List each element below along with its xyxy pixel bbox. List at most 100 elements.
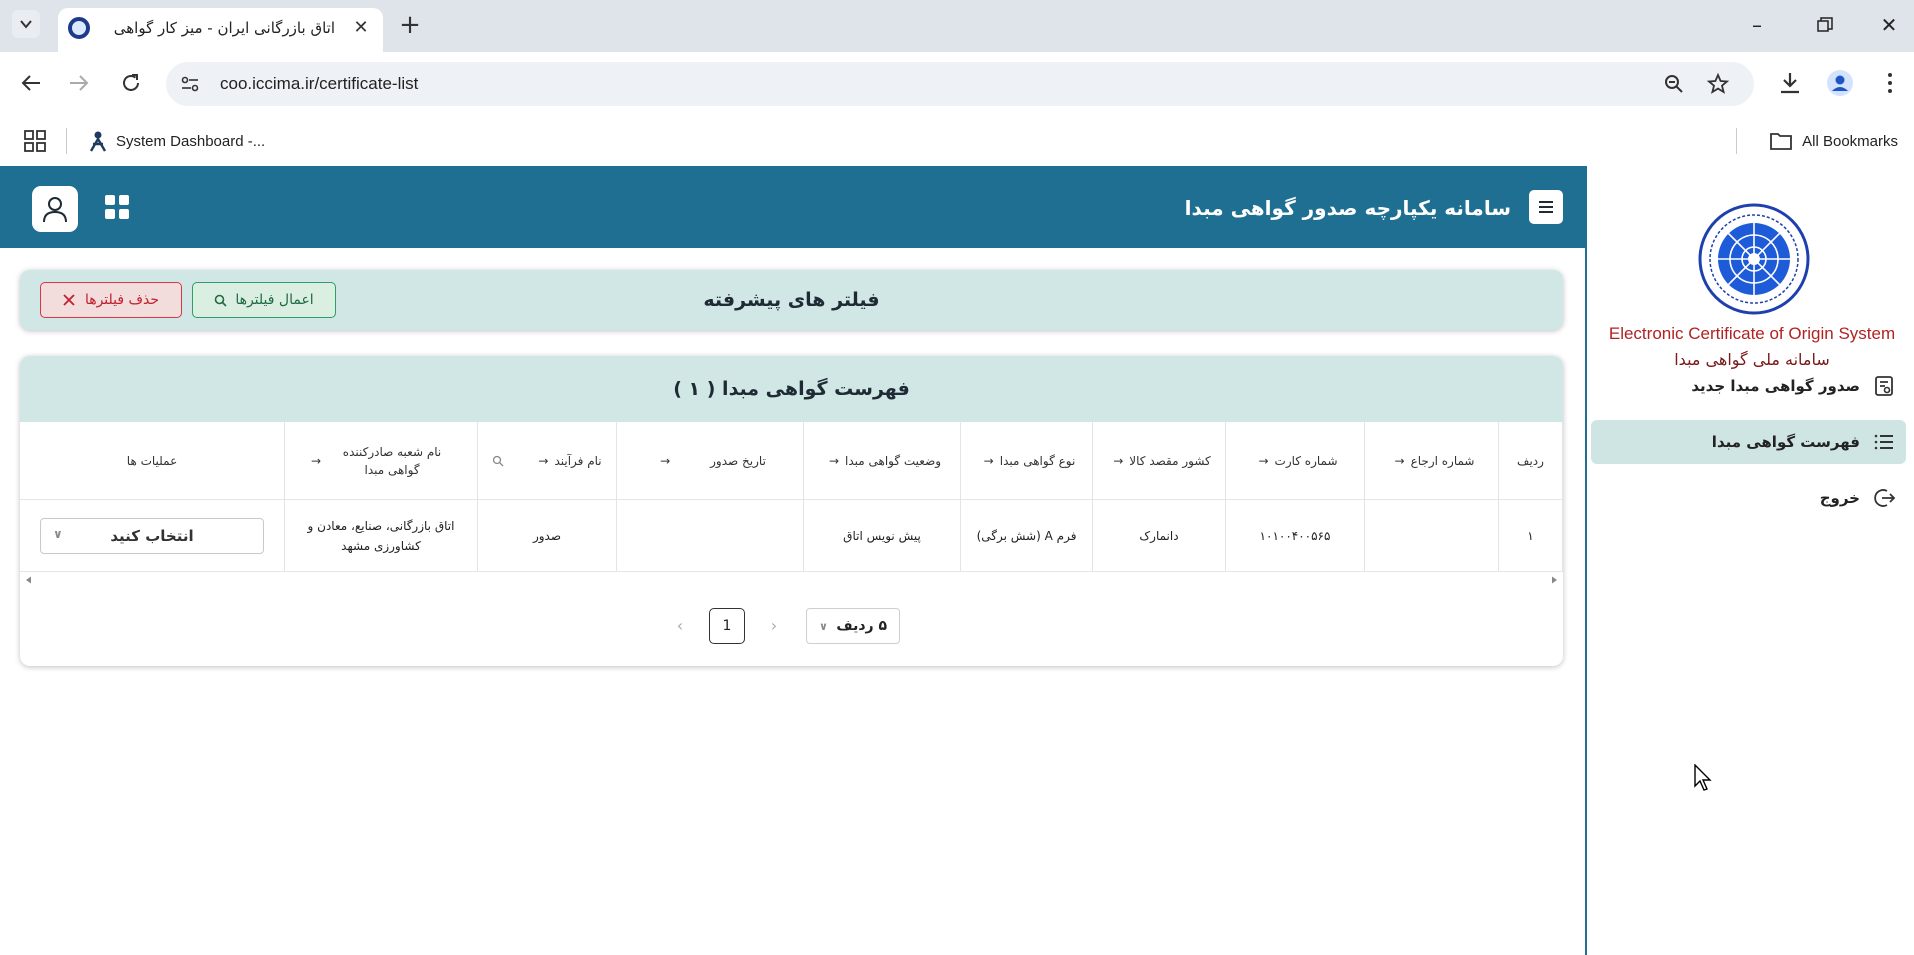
site-favicon-icon [68, 17, 90, 39]
restore-icon[interactable] [1810, 10, 1840, 40]
column-header-certificate-type[interactable]: نوع گواهی مبدا → [961, 422, 1093, 500]
certificate-list-panel: فهرست گواهی مبدا ( ۱ ) ردیف شماره ارجاع →… [20, 356, 1563, 666]
bookmark-label: System Dashboard -... [116, 132, 266, 150]
app-root: سامانه یکپارچه صدور گواهی مبدا فیلتر های… [0, 166, 1914, 955]
tab-close-icon[interactable]: ✕ [351, 18, 371, 38]
column-header-destination[interactable]: کشور مقصد کالا → [1093, 422, 1226, 500]
table-horizontal-scrollbar[interactable] [26, 576, 1557, 584]
browser-menu-icon[interactable] [1876, 69, 1904, 97]
sort-arrow-icon: → [1394, 453, 1405, 468]
sidebar: Electronic Certificate of Origin System … [1587, 166, 1914, 955]
chamber-logo-icon [1698, 203, 1810, 315]
sidebar-toggle-button[interactable] [1529, 190, 1563, 224]
browser-toolbar: coo.iccima.ir/certificate-list [0, 52, 1914, 118]
all-bookmarks-label: All Bookmarks [1802, 132, 1898, 150]
sidebar-item-label: خروج [1819, 489, 1860, 507]
profile-avatar-icon[interactable] [1826, 69, 1854, 97]
tab-search-button[interactable] [12, 10, 40, 38]
browser-tabstrip: اتاق بازرگانی ایران - میز کار گواهی ✕ + … [0, 0, 1914, 52]
cell-destination: دانمارک [1093, 500, 1226, 572]
download-icon[interactable] [1776, 69, 1804, 97]
cell-status: پیش نویس اتاق [804, 500, 961, 572]
url-text: coo.iccima.ir/certificate-list [220, 74, 419, 93]
previous-page-icon[interactable]: ‹ [668, 608, 692, 644]
minimize-icon[interactable]: – [1742, 10, 1772, 40]
clear-filters-button[interactable]: حذف فیلترها [40, 282, 182, 318]
cell-issue-date [617, 500, 804, 572]
user-icon [43, 197, 67, 223]
column-header-card-no[interactable]: شماره کارت → [1226, 422, 1365, 500]
sort-arrow-icon: → [1258, 453, 1269, 468]
browser-tab[interactable]: اتاق بازرگانی ایران - میز کار گواهی ✕ [58, 8, 383, 52]
chevron-down-icon: ∨ [53, 526, 63, 541]
sort-arrow-icon: → [538, 453, 549, 468]
logo-english-text: Electronic Certificate of Origin System [1608, 324, 1896, 343]
zoom-icon[interactable] [1662, 72, 1686, 96]
chevron-down-icon [20, 20, 32, 29]
user-profile-button[interactable] [32, 186, 78, 232]
sort-arrow-icon: → [1113, 453, 1124, 468]
cell-card-no: ۱۰۱۰۰۴۰۰۵۶۵ [1226, 500, 1365, 572]
clear-filters-label: حذف فیلترها [84, 292, 160, 308]
app-header: سامانه یکپارچه صدور گواهی مبدا [0, 166, 1585, 248]
bookmark-item[interactable]: System Dashboard -... [88, 126, 265, 156]
search-icon [215, 294, 227, 307]
reload-icon[interactable] [116, 68, 146, 98]
list-title: فهرست گواهی مبدا ( ۱ ) [673, 378, 910, 400]
app-title: سامانه یکپارچه صدور گواهی مبدا [1184, 196, 1511, 220]
column-header-process-name[interactable]: نام فرآیند → [478, 422, 617, 500]
list-header: فهرست گواهی مبدا ( ۱ ) [20, 356, 1563, 422]
certificate-table: ردیف شماره ارجاع → شماره کارت → کشور مقصد … [20, 422, 1563, 584]
column-header-reference-no[interactable]: شماره ارجاع → [1365, 422, 1499, 500]
sidebar-item-logout[interactable]: خروج [1591, 476, 1906, 520]
sort-arrow-icon: → [660, 453, 671, 468]
chevron-down-icon: ∨ [819, 619, 828, 633]
sidebar-item-new-certificate[interactable]: صدور گواهی مبدا جدید [1591, 364, 1906, 408]
apply-filters-button[interactable]: اعمال فیلترها [192, 282, 336, 318]
pagination: ‹ 1 › ۵ ردیف ∨ [20, 606, 1563, 646]
column-search-icon[interactable] [492, 455, 504, 467]
close-icon [63, 294, 75, 306]
bookmark-separator [66, 128, 67, 154]
all-bookmarks-button[interactable]: All Bookmarks [1770, 126, 1898, 156]
logout-icon [1874, 489, 1896, 507]
sort-arrow-icon: → [828, 453, 839, 468]
sidebar-item-label: صدور گواهی مبدا جدید [1691, 377, 1860, 395]
advanced-filters-panel: فیلتر های پیشرفته حذف فیلترها اعمال فیلت… [20, 270, 1563, 330]
sort-arrow-icon: → [310, 453, 322, 468]
column-header-actions: عملیات ها [20, 422, 285, 500]
column-header-status[interactable]: وضعیت گواهی مبدا → [804, 422, 961, 500]
next-page-icon[interactable]: › [762, 608, 786, 644]
mouse-cursor-icon [1694, 764, 1712, 791]
apps-grid-icon[interactable] [104, 194, 130, 220]
sidebar-item-certificate-list[interactable]: فهرست گواهی مبدا [1591, 420, 1906, 464]
certificate-icon [1875, 376, 1893, 396]
folder-icon [1770, 133, 1793, 150]
cell-reference-no [1365, 500, 1499, 572]
bookmark-star-icon[interactable] [1706, 72, 1730, 96]
bookmarks-bar: System Dashboard -... All Bookmarks [0, 118, 1914, 166]
apps-grid-icon[interactable] [24, 130, 46, 152]
list-icon [1874, 434, 1893, 450]
cell-branch-name: اتاق بازرگانی، صنایع، معادن و کشاورزی مش… [285, 500, 478, 572]
back-icon[interactable] [16, 68, 46, 98]
tab-title: اتاق بازرگانی ایران - میز کار گواهی [113, 19, 335, 37]
page-size-select[interactable]: ۵ ردیف ∨ [806, 608, 900, 644]
actions-dropdown-value: انتخاب کنید [110, 526, 194, 545]
address-bar[interactable]: coo.iccima.ir/certificate-list [166, 62, 1754, 106]
bookmark-separator [1736, 128, 1737, 154]
close-window-icon[interactable]: ✕ [1874, 10, 1904, 40]
column-header-row-number: ردیف [1499, 422, 1563, 500]
cell-row-number: ۱ [1499, 500, 1563, 572]
page-number-button[interactable]: 1 [709, 608, 745, 644]
column-header-issue-date[interactable]: تاریخ صدور → [617, 422, 804, 500]
site-settings-icon[interactable] [180, 74, 200, 94]
sidebar-item-label: فهرست گواهی مبدا [1711, 433, 1860, 451]
cell-actions: انتخاب کنید ∨ [20, 500, 285, 572]
cell-process-name: صدور [478, 500, 617, 572]
column-header-branch-name[interactable]: نام شعبه صادرکننده گواهی مبدا → [285, 422, 478, 500]
new-tab-button[interactable]: + [396, 12, 424, 40]
dashboard-bookmark-icon [89, 131, 107, 152]
forward-icon[interactable] [64, 68, 94, 98]
actions-dropdown[interactable]: انتخاب کنید ∨ [40, 517, 264, 554]
